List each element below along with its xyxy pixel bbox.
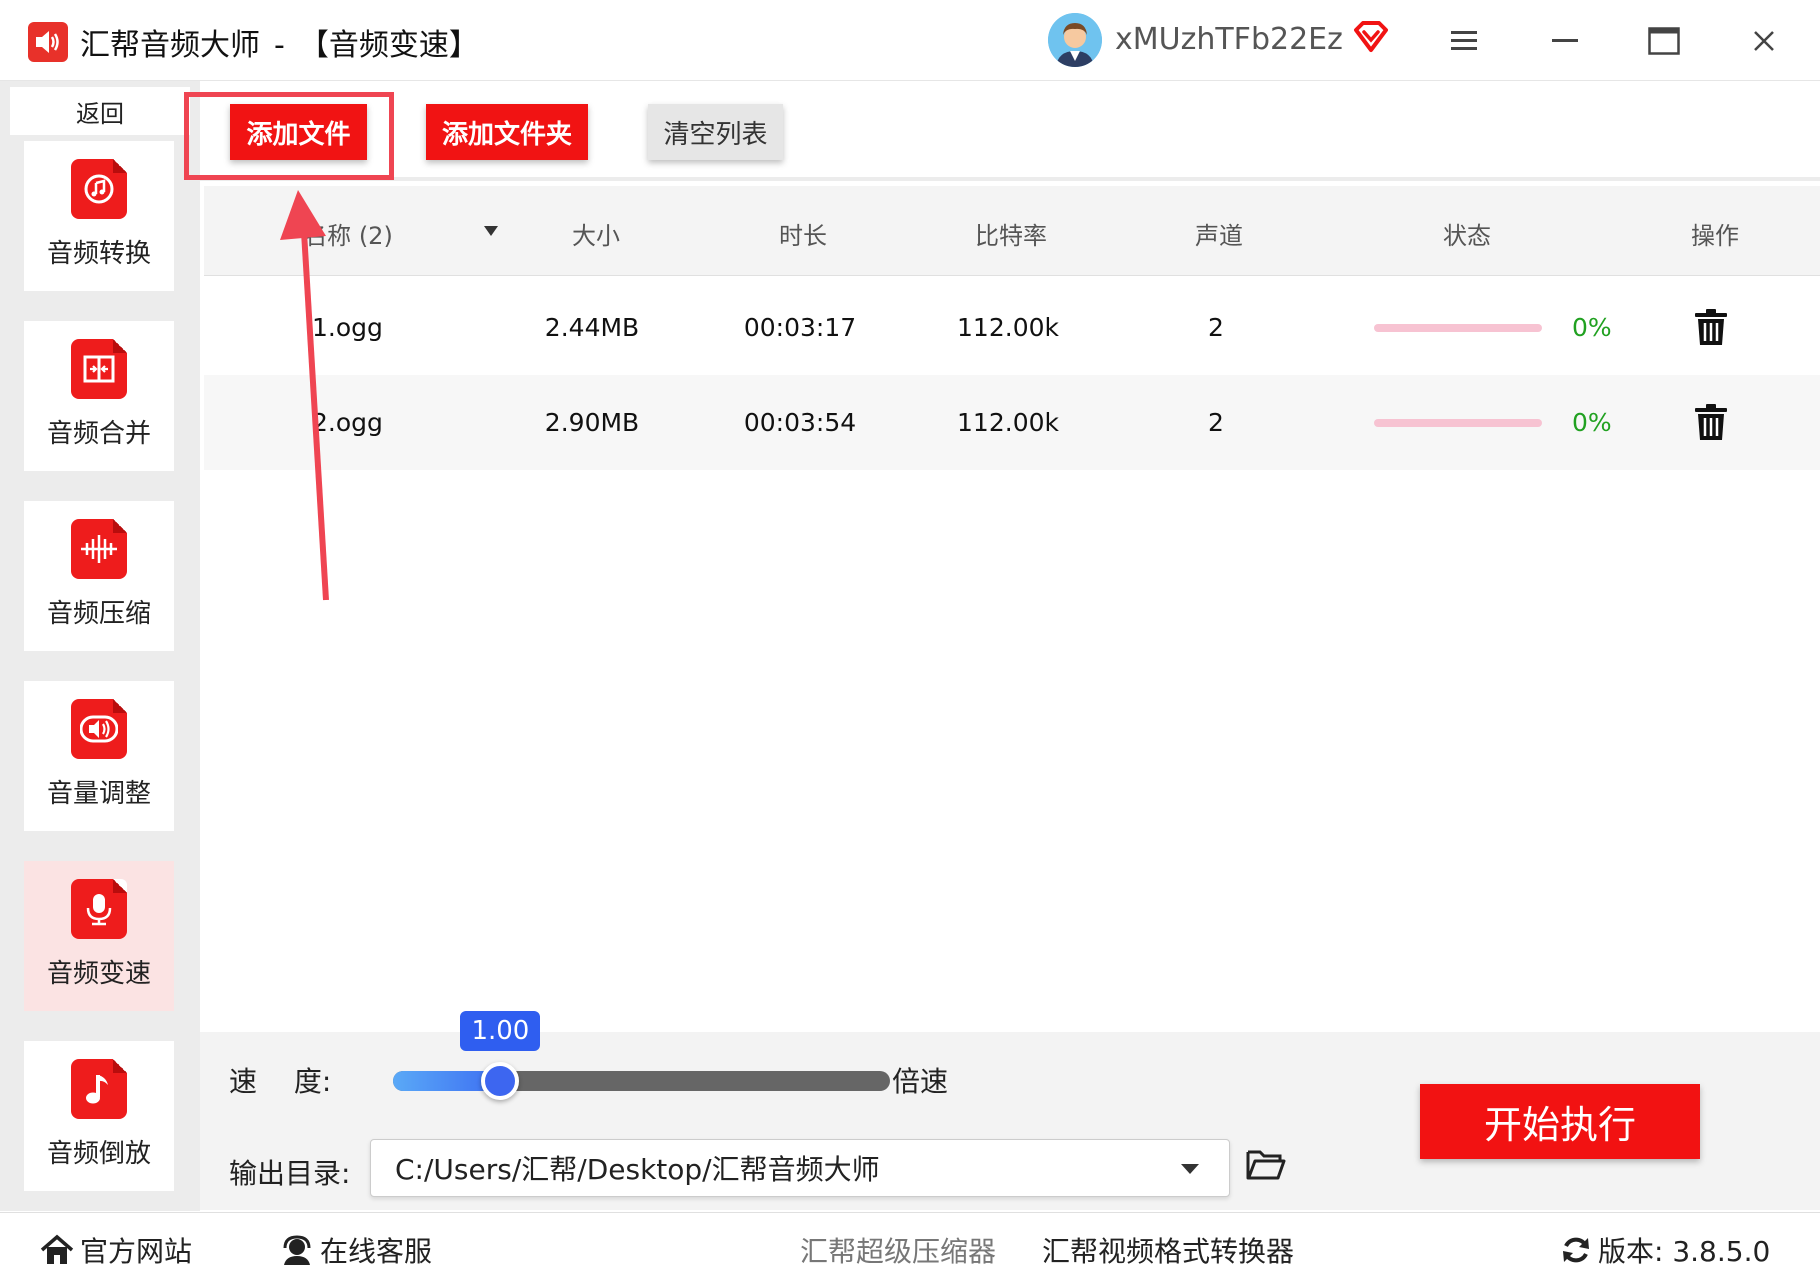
module-title: 【音频变速】 xyxy=(298,28,479,63)
sidebar-item-audio-compress[interactable]: 音频压缩 xyxy=(24,501,174,651)
sort-down-icon[interactable] xyxy=(484,226,498,236)
refresh-icon xyxy=(1563,1237,1589,1263)
table-header: 名称 (2) 大小 时长 比特率 声道 状态 操作 xyxy=(204,186,1820,276)
output-dir-label: 输出目录: xyxy=(229,1157,351,1190)
clear-list-button[interactable]: 清空列表 xyxy=(648,104,783,160)
file-bitrate: 112.00k xyxy=(957,408,1059,437)
sidebar-item-label: 音量调整 xyxy=(46,779,151,809)
column-header-duration[interactable]: 时长 xyxy=(779,216,827,251)
sidebar-item-label: 音频倒放 xyxy=(46,1139,151,1169)
headset-icon xyxy=(283,1235,311,1265)
file-duration: 00:03:54 xyxy=(743,408,857,437)
file-size: 2.44MB xyxy=(544,313,640,342)
file-size: 2.90MB xyxy=(544,408,640,437)
version-label: 版本: 3.8.5.0 xyxy=(1598,1235,1771,1268)
sidebar-item-label: 音频压缩 xyxy=(46,599,151,629)
trash-icon[interactable] xyxy=(1694,308,1728,350)
progress-bar xyxy=(1374,324,1542,332)
column-header-status[interactable]: 状态 xyxy=(1443,216,1491,251)
microphone-icon xyxy=(71,879,127,939)
speaker-logo-icon xyxy=(28,22,68,62)
close-icon[interactable] xyxy=(1739,16,1789,66)
speed-unit: 倍速 xyxy=(892,1065,949,1098)
column-header-size[interactable]: 大小 xyxy=(572,216,620,251)
video-converter-link[interactable]: 汇帮视频格式转换器 xyxy=(1042,1230,1294,1270)
column-header-channels[interactable]: 声道 xyxy=(1195,216,1243,251)
sidebar-item-audio-convert[interactable]: 音频转换 xyxy=(24,141,174,291)
chevron-down-icon[interactable] xyxy=(1181,1164,1199,1174)
sidebar-item-label: 音频合并 xyxy=(46,419,151,449)
version-info[interactable]: 版本: 3.8.5.0 xyxy=(1560,1230,1770,1270)
audio-convert-icon xyxy=(71,159,127,219)
speed-label: 速 度: xyxy=(229,1065,332,1098)
speed-value-tooltip: 1.00 xyxy=(460,1011,541,1051)
file-name: 2.ogg xyxy=(312,408,383,437)
vip-diamond-icon[interactable] xyxy=(1352,20,1390,58)
sidebar-item-label: 音频变速 xyxy=(46,959,151,989)
file-toolbar: 添加文件 添加文件夹 清空列表 xyxy=(200,81,1820,181)
progress-bar xyxy=(1374,419,1542,427)
file-bitrate: 112.00k xyxy=(957,313,1059,342)
minimize-icon[interactable] xyxy=(1540,16,1590,66)
music-note-icon xyxy=(71,1059,127,1119)
volume-adjust-icon xyxy=(71,699,127,759)
menu-icon[interactable] xyxy=(1439,16,1489,66)
title-separator: - xyxy=(274,28,285,63)
username[interactable]: xMUzhTFb22Ez xyxy=(1115,22,1343,57)
trash-icon[interactable] xyxy=(1694,403,1728,445)
file-channels: 2 xyxy=(1208,408,1224,437)
sidebar-item-audio-merge[interactable]: 音频合并 xyxy=(24,321,174,471)
sidebar-item-volume-adjust[interactable]: 音量调整 xyxy=(24,681,174,831)
sidebar: 返回 音频转换 音频合并 音频压缩 音量调整 音频变速 音频倒放 xyxy=(0,81,200,1211)
official-website-label: 官方网站 xyxy=(80,1235,193,1268)
table-row[interactable]: 1.ogg 2.44MB 00:03:17 112.00k 2 0% xyxy=(204,280,1820,375)
sidebar-item-audio-reverse[interactable]: 音频倒放 xyxy=(24,1041,174,1191)
official-website-link[interactable]: 官方网站 xyxy=(40,1230,192,1270)
file-name: 1.ogg xyxy=(312,313,383,342)
window-title: 汇帮音频大师 - 【音频变速】 xyxy=(80,20,479,64)
app-name: 汇帮音频大师 xyxy=(80,28,260,63)
column-header-action: 操作 xyxy=(1691,222,1739,250)
online-support-label: 在线客服 xyxy=(320,1235,433,1268)
folder-open-icon[interactable] xyxy=(1246,1148,1286,1184)
audio-merge-icon xyxy=(71,339,127,399)
output-dir-select[interactable]: C:/Users/汇帮/Desktop/汇帮音频大师 xyxy=(370,1139,1230,1197)
user-avatar[interactable] xyxy=(1048,13,1102,67)
online-support-link[interactable]: 在线客服 xyxy=(280,1230,432,1270)
compressor-link[interactable]: 汇帮超级压缩器 xyxy=(800,1230,996,1270)
sidebar-item-label: 音频转换 xyxy=(46,239,151,269)
start-button[interactable]: 开始执行 xyxy=(1420,1084,1700,1159)
add-file-button[interactable]: 添加文件 xyxy=(230,104,367,160)
footer: 官方网站 在线客服 汇帮超级压缩器 汇帮视频格式转换器 版本: 3.8.5.0 xyxy=(0,1212,1820,1280)
file-channels: 2 xyxy=(1208,313,1224,342)
file-duration: 00:03:17 xyxy=(743,313,857,342)
sidebar-item-audio-speed[interactable]: 音频变速 xyxy=(24,861,174,1011)
back-button[interactable]: 返回 xyxy=(10,87,190,135)
progress-percent: 0% xyxy=(1572,313,1612,342)
output-dir-value: C:/Users/汇帮/Desktop/汇帮音频大师 xyxy=(395,1153,880,1186)
progress-percent: 0% xyxy=(1572,408,1612,437)
add-folder-button[interactable]: 添加文件夹 xyxy=(426,104,588,160)
column-header-name[interactable]: 名称 (2) xyxy=(303,216,393,251)
table-row[interactable]: 2.ogg 2.90MB 00:03:54 112.00k 2 0% xyxy=(204,375,1820,470)
column-header-bitrate[interactable]: 比特率 xyxy=(975,216,1047,251)
title-bar: 汇帮音频大师 - 【音频变速】 xMUzhTFb22Ez xyxy=(0,0,1820,81)
home-icon xyxy=(40,1234,74,1264)
audio-compress-icon xyxy=(71,519,127,579)
speed-slider-handle[interactable] xyxy=(481,1062,520,1100)
maximize-icon[interactable] xyxy=(1639,16,1689,66)
